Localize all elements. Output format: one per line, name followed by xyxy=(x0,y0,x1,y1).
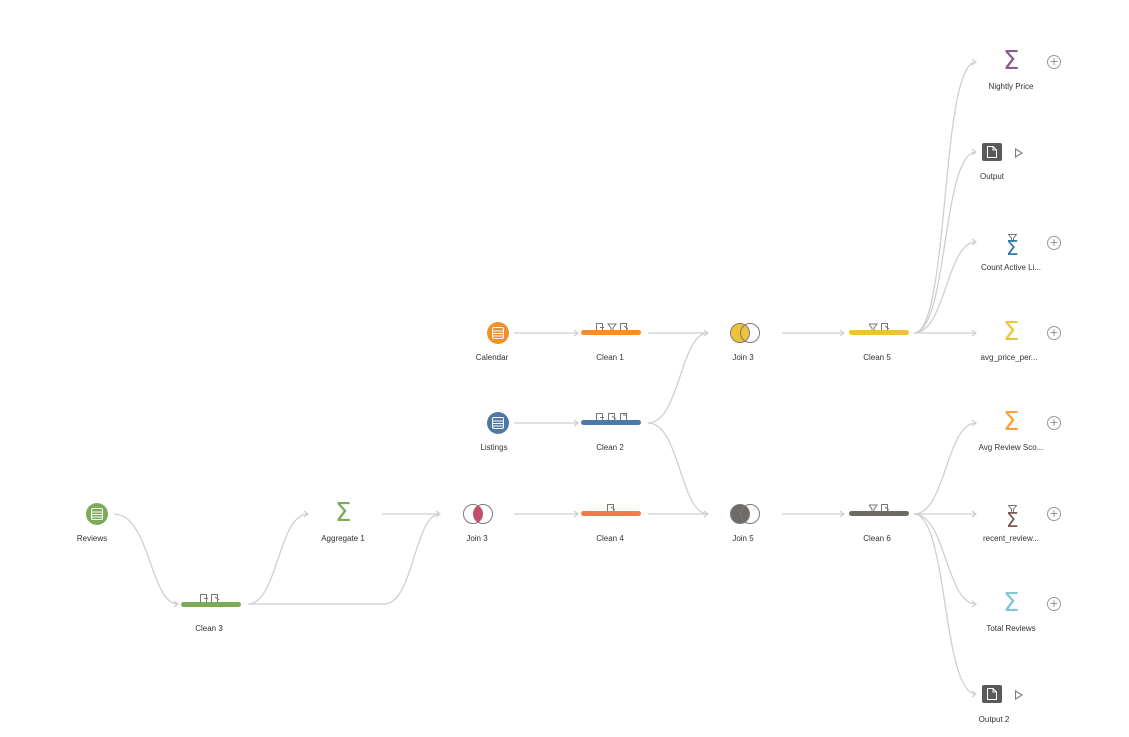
output-label: Output xyxy=(979,172,1004,181)
sigma-icon: Σ xyxy=(1003,46,1020,76)
connector-clean6-total xyxy=(913,513,977,605)
add-step-button[interactable]: + xyxy=(1047,416,1061,430)
sigma-icon: Σ xyxy=(335,498,352,528)
add-step-button[interactable]: + xyxy=(1047,236,1061,250)
connector-clean6-avgreview xyxy=(913,422,977,515)
sigma-icon: Σ xyxy=(1003,317,1020,347)
sigma-icon: Σ xyxy=(1003,588,1020,618)
document-icon xyxy=(987,688,997,700)
join-left-icon xyxy=(730,323,760,343)
document-icon xyxy=(987,146,997,158)
table-icon xyxy=(492,417,504,429)
clean5-step[interactable] xyxy=(849,330,909,335)
avg-price-label: avg_price_per... xyxy=(980,353,1038,362)
output-node[interactable] xyxy=(982,143,1002,161)
connector-arrowheads xyxy=(173,58,977,698)
aggregate1-node[interactable]: Σ xyxy=(335,500,351,526)
connector-clean5-count xyxy=(913,241,977,334)
count-active-label: Count Active Li... xyxy=(980,263,1042,272)
avg-price-aggregate-node[interactable]: Σ xyxy=(1003,319,1019,345)
connector-clean5-nightly xyxy=(913,61,977,334)
sigma-icon: Σ xyxy=(1006,236,1019,260)
calendar-label: Calendar xyxy=(475,353,509,362)
reviews-input-node[interactable] xyxy=(86,503,108,525)
clean5-label: Clean 5 xyxy=(863,353,891,362)
connector-clean2-jointop xyxy=(647,332,709,424)
sigma-icon: Σ xyxy=(1003,407,1020,437)
table-icon xyxy=(91,508,103,520)
nightly-price-aggregate-node[interactable]: Σ xyxy=(1003,48,1019,74)
join5-node[interactable] xyxy=(729,503,763,530)
connector-clean2-join5 xyxy=(647,422,709,515)
aggregate1-label: Aggregate 1 xyxy=(321,534,365,543)
avg-review-aggregate-node[interactable]: Σ xyxy=(1003,409,1019,435)
sigma-icon: Σ xyxy=(1006,508,1019,532)
clean2-step[interactable] xyxy=(581,420,641,425)
clean6-step[interactable] xyxy=(849,511,909,516)
add-step-button[interactable]: + xyxy=(1047,597,1061,611)
output2-label: Output 2 xyxy=(978,715,1010,724)
output2-node[interactable] xyxy=(982,685,1002,703)
calendar-input-node[interactable] xyxy=(487,322,509,344)
join-inner-icon xyxy=(463,504,493,524)
add-step-button[interactable]: + xyxy=(1047,507,1061,521)
run-output-icon[interactable] xyxy=(1015,148,1023,158)
connector-clean3-aggregate1 xyxy=(247,513,309,605)
clean4-label: Clean 4 xyxy=(596,534,624,543)
join3-top-node[interactable] xyxy=(729,322,763,349)
listings-label: Listings xyxy=(480,443,508,452)
clean4-step[interactable] xyxy=(581,511,641,516)
run-output-icon[interactable] xyxy=(1015,690,1023,700)
count-active-aggregate-node[interactable]: Σ xyxy=(1006,238,1019,258)
reviews-label: Reviews xyxy=(76,534,108,543)
recent-reviews-aggregate-node[interactable]: Σ xyxy=(1006,510,1019,530)
join-left-icon xyxy=(730,504,760,524)
join5-label: Join 5 xyxy=(732,534,754,543)
nightly-price-label: Nightly Price xyxy=(988,82,1034,91)
clean6-label: Clean 6 xyxy=(863,534,891,543)
avg-review-label: Avg Review Sco... xyxy=(978,443,1044,452)
total-reviews-label: Total Reviews xyxy=(986,624,1036,633)
connector-reviews-clean3 xyxy=(113,513,179,605)
add-step-button[interactable]: + xyxy=(1047,55,1061,69)
clean3-step[interactable] xyxy=(181,602,241,607)
flow-connectors xyxy=(113,61,977,695)
clean1-step[interactable] xyxy=(581,330,641,335)
total-reviews-aggregate-node[interactable]: Σ xyxy=(1003,590,1019,616)
add-step-button[interactable]: + xyxy=(1047,326,1061,340)
join3-label: Join 3 xyxy=(466,534,488,543)
table-icon xyxy=(492,327,504,339)
join3-node[interactable] xyxy=(462,503,496,530)
recent-reviews-label: recent_review... xyxy=(982,534,1040,543)
clean3-label: Clean 3 xyxy=(195,624,223,633)
clean1-label: Clean 1 xyxy=(596,353,624,362)
clean2-label: Clean 2 xyxy=(596,443,624,452)
join3-top-label: Join 3 xyxy=(732,353,754,362)
listings-input-node[interactable] xyxy=(487,412,509,434)
